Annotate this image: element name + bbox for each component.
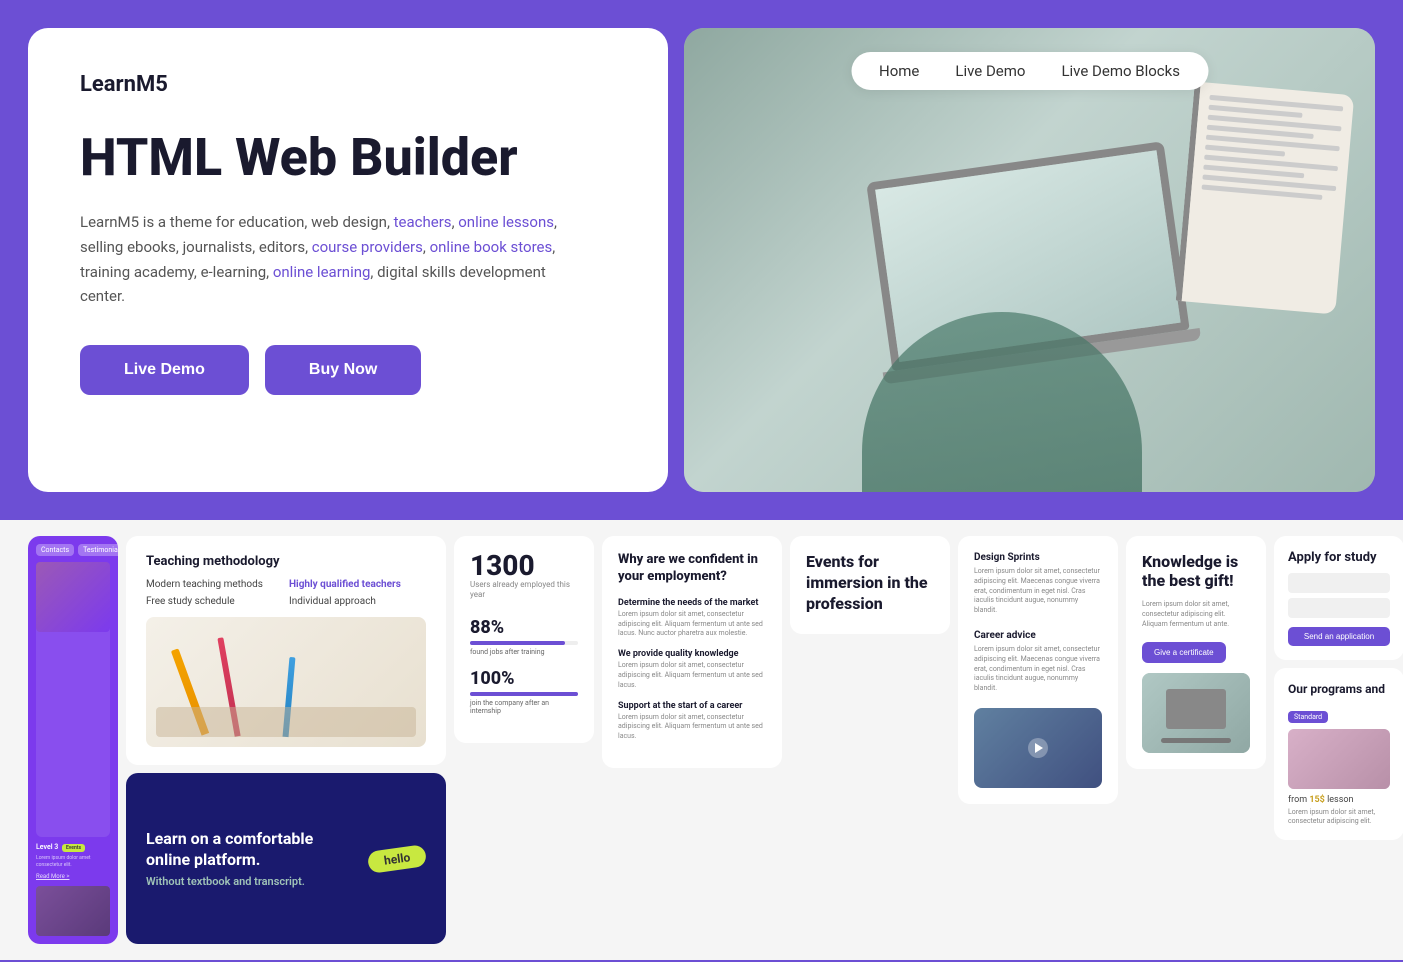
- why-title: Why are we confident in your employment?: [618, 552, 766, 586]
- teaching-bottom-card: Learn on a comfortable online platform. …: [126, 773, 446, 944]
- live-demo-button[interactable]: Live Demo: [80, 345, 249, 395]
- stat-sublabel: Users already employed this year: [470, 580, 578, 601]
- hero-title: HTML Web Builder: [80, 129, 616, 186]
- teaching-item-4: Individual approach: [289, 596, 426, 607]
- phone-tab-contacts[interactable]: Contacts: [36, 544, 74, 556]
- design-title-2: Career advice: [974, 630, 1102, 641]
- standard-badge: Standard: [1288, 711, 1328, 723]
- design-text-2: Lorem ipsum dolor sit amet, consectetur …: [974, 645, 1102, 694]
- apply-title: Apply for study: [1288, 550, 1390, 565]
- phone-tab-testimonials[interactable]: Testimonials: [78, 544, 118, 556]
- why-item-3-title: Support at the start of a career: [618, 701, 766, 711]
- apply-panel: Apply for study Send an application Our …: [1274, 536, 1403, 840]
- nav-live-demo-blocks[interactable]: Live Demo Blocks: [1061, 62, 1180, 80]
- stat1-percent: 88%: [470, 617, 578, 638]
- hero-buttons: Live Demo Buy Now: [80, 345, 616, 395]
- design-title-1: Design Sprints: [974, 552, 1102, 563]
- why-item-2: We provide quality knowledge Lorem ipsum…: [618, 649, 766, 690]
- preview-strip: Contacts Testimonials Help Level 3 Event…: [28, 536, 1375, 944]
- stat-row-1: 88% found jobs after training: [470, 617, 578, 656]
- knowledge-text: Lorem ipsum dolor sit amet, consectetur …: [1142, 600, 1250, 629]
- teaching-item-3: Highly qualified teachers: [289, 579, 426, 590]
- teaching-panel: Teaching methodology Modern teaching met…: [126, 536, 446, 944]
- events-title: Events for immersion in the profession: [806, 552, 934, 614]
- why-item-1-text: Lorem ipsum dolor sit amet, consectetur …: [618, 610, 766, 639]
- teaching-top-card: Teaching methodology Modern teaching met…: [126, 536, 446, 765]
- apply-submit-button[interactable]: Send an application: [1288, 627, 1390, 646]
- program-price: from 15$ lesson: [1288, 795, 1390, 805]
- hero-description: LearnM5 is a theme for education, web de…: [80, 210, 560, 309]
- stat1-label: found jobs after training: [470, 648, 578, 656]
- phone-bottom: Level 3 Events Lorem ipsum dolor amet co…: [36, 843, 110, 880]
- apply-input-phone[interactable]: [1288, 598, 1390, 618]
- teaching-item-1: Modern teaching methods: [146, 579, 283, 590]
- nav-home[interactable]: Home: [879, 62, 919, 80]
- hero-card: LearnM5 HTML Web Builder LearnM5 is a th…: [28, 28, 668, 492]
- why-confident-panel: Why are we confident in your employment?…: [602, 536, 782, 768]
- why-item-1-title: Determine the needs of the market: [618, 598, 766, 608]
- why-item-3-text: Lorem ipsum dolor sit amet, consectetur …: [618, 713, 766, 742]
- teaching-title: Teaching methodology: [146, 554, 426, 569]
- teaching-bottom-sub: Without textbook and transcript.: [146, 875, 350, 888]
- hero-background: [684, 28, 1375, 492]
- laptop-thumbnail: [1142, 673, 1250, 753]
- our-programs-title: Our programs and: [1288, 682, 1390, 696]
- teaching-grid: Modern teaching methods Highly qualified…: [146, 579, 426, 607]
- hero-image-card: Home Live Demo Live Demo Blocks: [684, 28, 1375, 492]
- apply-input-name[interactable]: [1288, 573, 1390, 593]
- why-item-2-title: We provide quality knowledge: [618, 649, 766, 659]
- events-panel: Events for immersion in the profession V…: [790, 536, 950, 642]
- nav-live-demo[interactable]: Live Demo: [955, 62, 1025, 80]
- preview-section: Contacts Testimonials Help Level 3 Event…: [0, 520, 1403, 960]
- why-item-1: Determine the needs of the market Lorem …: [618, 598, 766, 639]
- design-text-1: Lorem ipsum dolor sit amet, consectetur …: [974, 567, 1102, 616]
- phone-level: Level 3 Events: [36, 843, 110, 852]
- programs-card: Our programs and Standard from 15$ lesso…: [1274, 668, 1403, 840]
- hello-badge: hello: [366, 844, 427, 874]
- buy-now-button[interactable]: Buy Now: [265, 345, 421, 395]
- phone-screen-content: [36, 562, 110, 837]
- teaching-item-2: Free study schedule: [146, 596, 283, 607]
- stat2-percent: 100%: [470, 668, 578, 689]
- stat-row-2: 100% join the company after an internshi…: [470, 668, 578, 715]
- knowledge-title: Knowledge is the best gift!: [1142, 552, 1250, 590]
- design-panel: Design Sprints Lorem ipsum dolor sit ame…: [958, 536, 1118, 804]
- book-illustration: [1176, 81, 1355, 314]
- apply-form-card: Apply for study Send an application: [1274, 536, 1403, 660]
- events-top: Events for immersion in the profession: [790, 536, 950, 634]
- program-preview-image: [1288, 729, 1390, 789]
- why-item-2-text: Lorem ipsum dolor sit amet, consectetur …: [618, 661, 766, 690]
- phone-panel: Contacts Testimonials Help Level 3 Event…: [28, 536, 118, 944]
- certificate-button[interactable]: Give a certificate: [1142, 642, 1226, 663]
- program-description: Lorem ipsum dolor sit amet, consectetur …: [1288, 808, 1390, 826]
- teaching-bottom-text: Learn on a comfortable online platform.: [146, 829, 350, 871]
- stat2-label: join the company after an internship: [470, 699, 578, 715]
- stat2-bar: [470, 692, 578, 696]
- stats-panel: 1300 Users already employed this year 88…: [454, 536, 594, 743]
- phone-description: Lorem ipsum dolor amet consectetur elit.: [36, 855, 110, 869]
- teaching-image: [146, 617, 426, 747]
- stat1-bar: [470, 641, 578, 645]
- stat-big-number: 1300: [470, 552, 578, 580]
- phone-read-more[interactable]: Read More >: [36, 873, 110, 880]
- knowledge-panel: Knowledge is the best gift! Lorem ipsum …: [1126, 536, 1266, 769]
- phone-tabs: Contacts Testimonials Help: [36, 544, 110, 556]
- brand-name: LearnM5: [80, 72, 616, 97]
- why-item-3: Support at the start of a career Lorem i…: [618, 701, 766, 742]
- top-navigation: Home Live Demo Live Demo Blocks: [851, 52, 1208, 90]
